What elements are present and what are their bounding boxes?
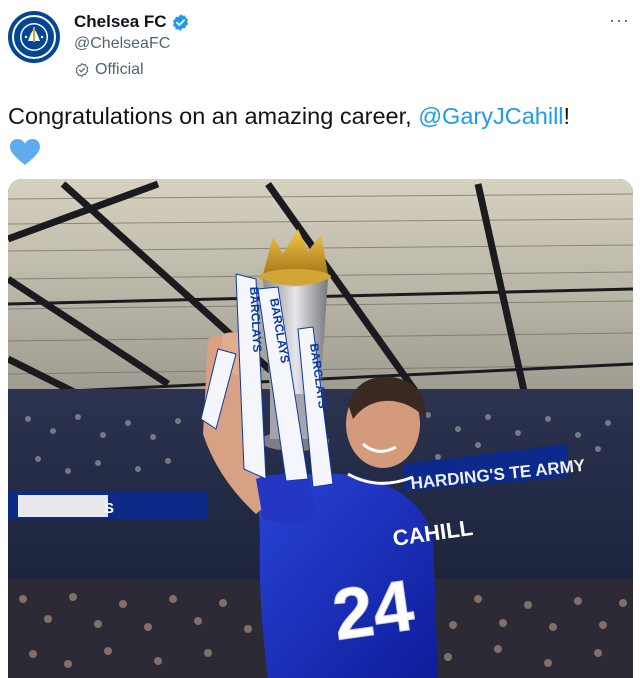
display-name[interactable]: Chelsea FC — [74, 12, 167, 32]
tweet-photo[interactable]: HARDING'S TE ARMY S CAHILL 24 BARCLAYS B… — [8, 179, 633, 678]
official-badge-icon — [75, 62, 89, 78]
account-handle[interactable]: @ChelseaFC — [74, 35, 170, 53]
more-options-button[interactable]: ··· — [609, 10, 630, 31]
shirt-number: 24 — [328, 565, 418, 655]
official-label-row: Official — [74, 61, 144, 79]
avatar[interactable] — [8, 11, 60, 63]
verified-badge-icon — [171, 13, 190, 32]
tweet-text: Congratulations on an amazing career, @G… — [8, 103, 570, 130]
chelsea-crest-icon — [12, 15, 56, 59]
tweet-suffix: ! — [563, 103, 571, 129]
name-row: Chelsea FC — [74, 12, 190, 32]
tweet-card: Chelsea FC @ChelseaFC Official ··· Congr… — [0, 0, 640, 678]
blue-heart-icon — [9, 138, 41, 171]
tweet-body: Congratulations on an amazing career, — [8, 103, 419, 129]
left-banner-text: S — [104, 500, 114, 517]
mention-link[interactable]: @GaryJCahill — [418, 103, 563, 129]
official-label: Official — [95, 61, 144, 78]
photo-illustration: HARDING'S TE ARMY S CAHILL 24 BARCLAYS B… — [8, 179, 633, 678]
